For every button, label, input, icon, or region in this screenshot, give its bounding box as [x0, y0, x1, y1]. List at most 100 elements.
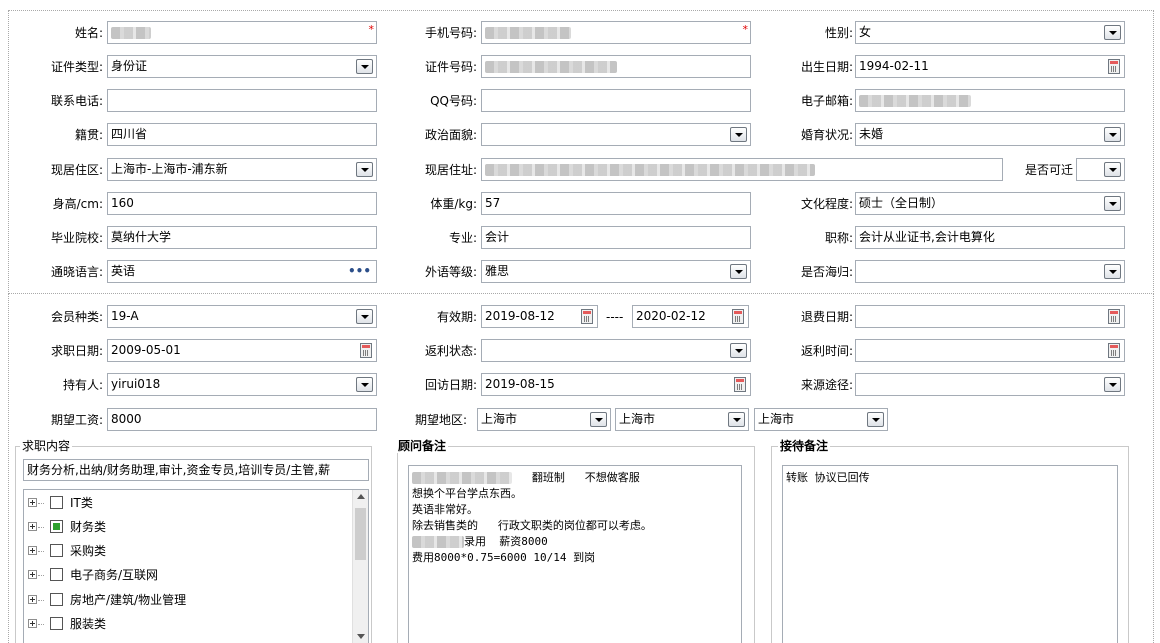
- tree-item[interactable]: 电子商务/互联网: [28, 565, 348, 585]
- checkbox[interactable]: [50, 568, 63, 581]
- advisor-note-textarea[interactable]: 翻班制 不想做客服 想换个平台学点东西。 英语非常好。 除去销售类的 行政文职类…: [408, 465, 742, 643]
- region-province-select[interactable]: 上海市: [477, 408, 611, 431]
- expand-icon[interactable]: [28, 595, 37, 604]
- chevron-down-icon[interactable]: [867, 412, 884, 427]
- id-no-input[interactable]: [481, 55, 751, 78]
- qq-label: QQ号码:: [430, 94, 477, 108]
- reception-note-textarea[interactable]: 转账 协议已回传: [782, 465, 1118, 643]
- gender-select[interactable]: 女: [855, 21, 1125, 44]
- reception-note-group: 接待备注 转账 协议已回传: [771, 439, 1129, 643]
- email-label: 电子邮箱:: [800, 94, 853, 108]
- political-select[interactable]: [481, 123, 751, 146]
- calendar-icon[interactable]: [1108, 343, 1120, 358]
- chevron-down-icon[interactable]: [730, 264, 747, 279]
- chevron-down-icon[interactable]: [356, 162, 373, 177]
- region-city-select[interactable]: 上海市: [615, 408, 749, 431]
- salary-input[interactable]: 8000: [107, 408, 377, 431]
- job-date-input[interactable]: 2009-05-01: [107, 339, 377, 362]
- expand-icon[interactable]: [28, 498, 37, 507]
- qq-input[interactable]: [481, 89, 751, 112]
- refund-date-input[interactable]: [855, 305, 1125, 328]
- chevron-down-icon[interactable]: [730, 127, 747, 142]
- title-input[interactable]: 会计从业证书,会计电算化: [855, 226, 1125, 249]
- birth-date-input[interactable]: 1994-02-11: [855, 55, 1125, 78]
- rebate-time-input[interactable]: [855, 339, 1125, 362]
- more-icon[interactable]: •••: [348, 264, 371, 278]
- chevron-down-icon[interactable]: [1104, 127, 1121, 142]
- native-label: 籍贯:: [74, 128, 103, 142]
- rebate-status-select[interactable]: [481, 339, 751, 362]
- calendar-icon[interactable]: [1108, 59, 1120, 74]
- scroll-down-icon[interactable]: [357, 634, 365, 639]
- valid-from-input[interactable]: 2019-08-12: [481, 305, 598, 328]
- language-input[interactable]: 英语 •••: [107, 260, 377, 283]
- tree-connector: [38, 527, 44, 528]
- returnee-select[interactable]: [855, 260, 1125, 283]
- weight-input[interactable]: 57: [481, 192, 751, 215]
- expand-icon[interactable]: [28, 546, 37, 555]
- address-input[interactable]: [481, 158, 1003, 181]
- height-input[interactable]: 160: [107, 192, 377, 215]
- checkbox[interactable]: [50, 544, 63, 557]
- checkbox-checked[interactable]: [50, 520, 63, 533]
- chevron-down-icon[interactable]: [1104, 377, 1121, 392]
- expand-icon[interactable]: [28, 522, 37, 531]
- address-label: 现居住址:: [424, 163, 477, 177]
- education-select[interactable]: 硕士（全日制）: [855, 192, 1125, 215]
- chevron-down-icon[interactable]: [1104, 25, 1121, 40]
- tree-item[interactable]: IT类: [28, 493, 348, 513]
- phone-input[interactable]: [107, 89, 377, 112]
- calendar-icon[interactable]: [732, 309, 744, 324]
- chevron-down-icon[interactable]: [1104, 264, 1121, 279]
- calendar-icon[interactable]: [581, 309, 593, 324]
- holder-select[interactable]: yirui018: [107, 373, 377, 396]
- chevron-down-icon[interactable]: [356, 377, 373, 392]
- member-type-select[interactable]: 19-A: [107, 305, 377, 328]
- checkbox[interactable]: [50, 617, 63, 630]
- area-select[interactable]: 上海市-上海市-浦东新: [107, 158, 377, 181]
- scroll-up-icon[interactable]: [357, 494, 365, 499]
- salary-label: 期望工资:: [50, 413, 103, 427]
- calendar-icon[interactable]: [360, 343, 372, 358]
- tree-item[interactable]: 房地产/建筑/物业管理: [28, 590, 348, 610]
- chevron-down-icon[interactable]: [590, 412, 607, 427]
- relocate-select[interactable]: [1076, 158, 1125, 181]
- chevron-down-icon[interactable]: [1104, 196, 1121, 211]
- id-type-select[interactable]: 身份证: [107, 55, 377, 78]
- tree-item[interactable]: 财务类: [28, 517, 348, 537]
- email-input[interactable]: [855, 89, 1125, 112]
- education-value: 硕士（全日制）: [859, 196, 944, 210]
- chevron-down-icon[interactable]: [356, 59, 373, 74]
- calendar-icon[interactable]: [734, 377, 746, 392]
- checkbox[interactable]: [50, 496, 63, 509]
- major-input[interactable]: 会计: [481, 226, 751, 249]
- name-input[interactable]: *: [107, 21, 377, 44]
- tree-item[interactable]: 采购类: [28, 541, 348, 561]
- scroll-thumb[interactable]: [355, 508, 366, 560]
- tree-scrollbar[interactable]: [352, 490, 368, 643]
- native-input[interactable]: 四川省: [107, 123, 377, 146]
- advisor-note-line: 想换个平台学点东西。: [412, 487, 522, 500]
- job-category-tree[interactable]: IT类 财务类 采购类 电子商务/互联网 房地产/建筑/物业管理 服装类: [23, 489, 369, 643]
- region-district-select[interactable]: 上海市: [754, 408, 888, 431]
- expand-icon[interactable]: [28, 619, 37, 628]
- school-input[interactable]: 莫纳什大学: [107, 226, 377, 249]
- mobile-input[interactable]: *: [481, 21, 751, 44]
- chevron-down-icon[interactable]: [1104, 162, 1121, 177]
- source-select[interactable]: [855, 373, 1125, 396]
- marital-select[interactable]: 未婚: [855, 123, 1125, 146]
- tree-item[interactable]: 服装类: [28, 614, 348, 634]
- id-type-label: 证件类型:: [50, 60, 103, 74]
- chevron-down-icon[interactable]: [728, 412, 745, 427]
- expand-icon[interactable]: [28, 570, 37, 579]
- job-content-summary[interactable]: 财务分析,出纳/财务助理,审计,资金专员,培训专员/主管,薪: [23, 459, 369, 481]
- calendar-icon[interactable]: [1108, 309, 1120, 324]
- height-value: 160: [111, 196, 134, 210]
- chevron-down-icon[interactable]: [730, 343, 747, 358]
- foreign-level-select[interactable]: 雅思: [481, 260, 751, 283]
- chevron-down-icon[interactable]: [356, 309, 373, 324]
- checkbox[interactable]: [50, 593, 63, 606]
- gender-value: 女: [859, 25, 872, 39]
- valid-to-input[interactable]: 2020-02-12: [632, 305, 749, 328]
- visit-date-input[interactable]: 2019-08-15: [481, 373, 751, 396]
